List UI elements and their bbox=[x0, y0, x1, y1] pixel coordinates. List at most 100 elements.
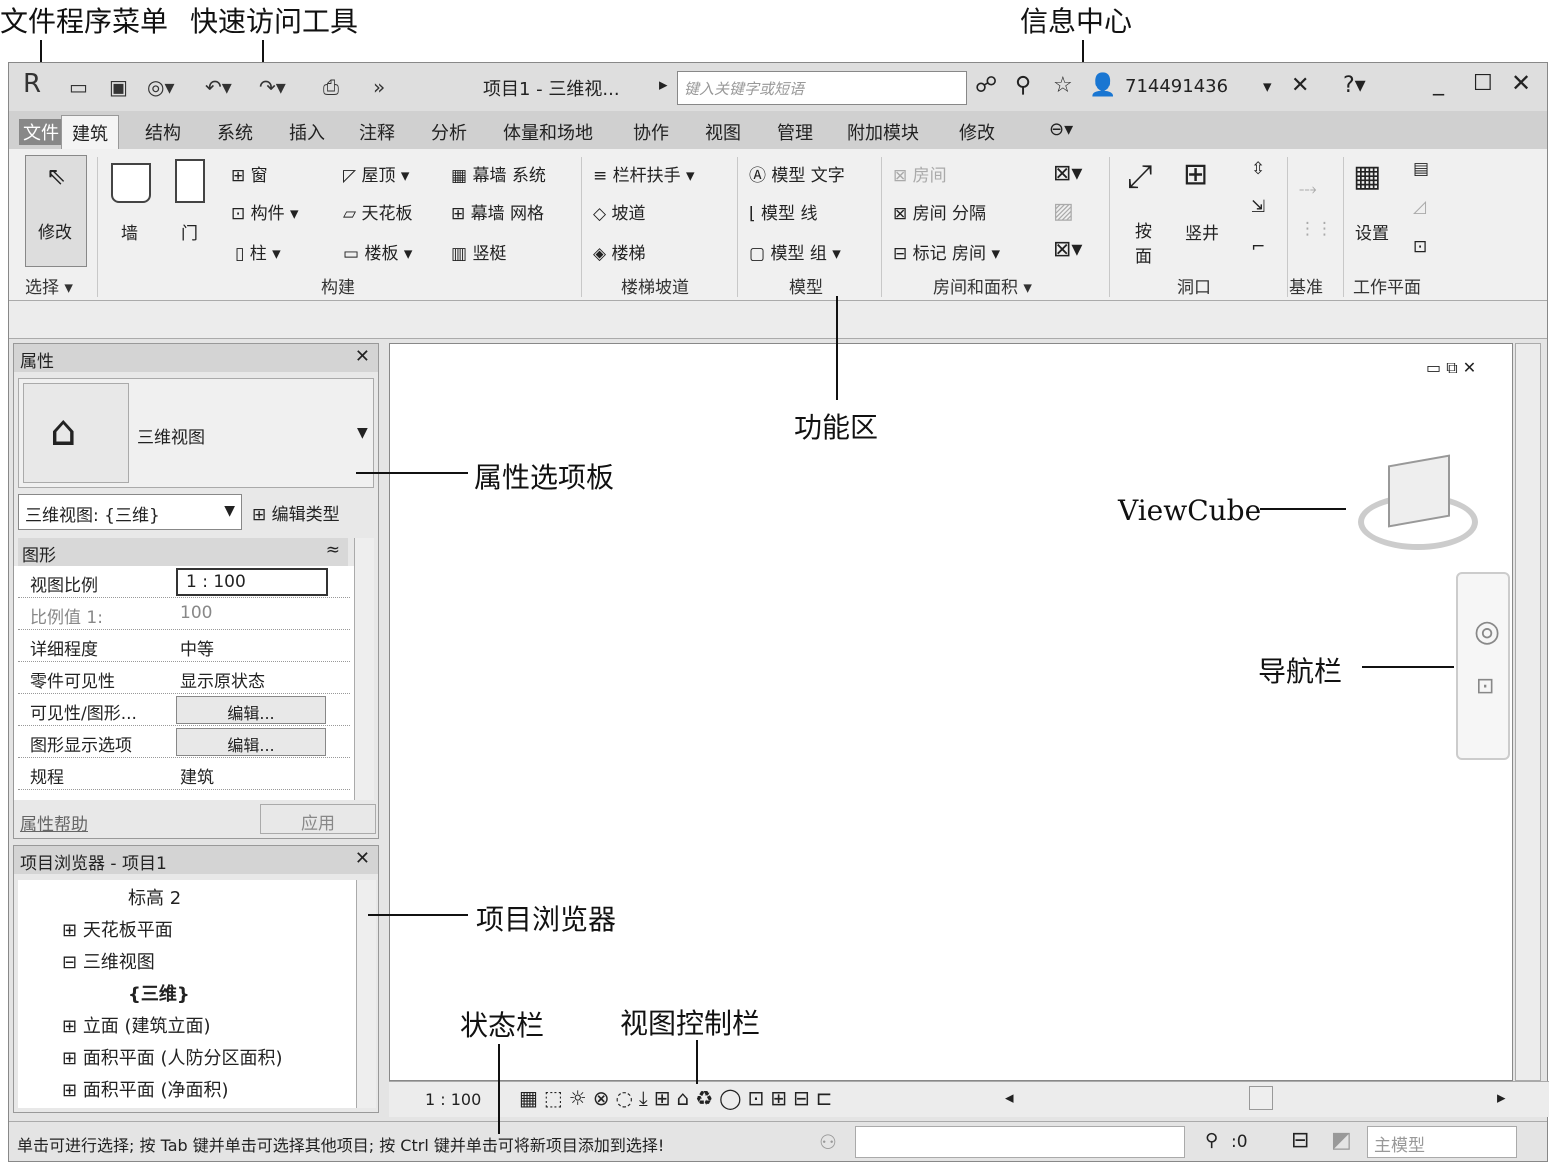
filter-icon[interactable]: ⚲ bbox=[1205, 1130, 1218, 1151]
ceiling-item[interactable]: ▱ 天花板 bbox=[343, 199, 412, 224]
user-icon[interactable]: 👤 bbox=[1089, 73, 1116, 98]
favorites-icon[interactable]: ☆ bbox=[1053, 73, 1073, 98]
select-group-label[interactable]: 选择 ▾ bbox=[25, 273, 73, 298]
set-label[interactable]: 设置 bbox=[1355, 219, 1389, 244]
search-input[interactable]: 键入关键字或短语 bbox=[677, 71, 967, 105]
hscroll-thumb[interactable] bbox=[1249, 1086, 1273, 1110]
section-graphics[interactable]: 图形 ≈ bbox=[18, 538, 348, 566]
scroll-right-icon[interactable]: ▸ bbox=[1497, 1088, 1506, 1108]
view-scale[interactable]: 1 : 100 bbox=[425, 1090, 481, 1109]
view-scale-field[interactable]: 1 : 100 bbox=[176, 568, 328, 596]
undo-icon[interactable]: ↶▾ bbox=[205, 75, 232, 99]
tab-analyze[interactable]: 分析 bbox=[431, 119, 467, 145]
ramp-item[interactable]: ◇ 坡道 bbox=[593, 199, 645, 224]
workset-dropdown[interactable] bbox=[855, 1126, 1185, 1158]
user-id[interactable]: 714491436 bbox=[1125, 76, 1228, 97]
edit-button[interactable]: 编辑... bbox=[176, 728, 326, 756]
save-icon[interactable]: ▣ bbox=[109, 75, 128, 99]
by-face-icon[interactable]: ⤢ bbox=[1127, 157, 1153, 196]
tab-insert[interactable]: 插入 bbox=[289, 119, 325, 145]
properties-scrollbar[interactable] bbox=[354, 538, 374, 800]
property-row[interactable]: 零件可见性 显示原状态 bbox=[18, 662, 350, 694]
minimize-button[interactable]: _ bbox=[1433, 71, 1444, 96]
property-row[interactable]: 视图比例 1 : 100 bbox=[18, 566, 350, 598]
subscription-icon[interactable]: ⚲ bbox=[1015, 73, 1031, 98]
type-preview[interactable]: ⌂ 三维视图 ▼ bbox=[18, 378, 374, 488]
tag-area-icon[interactable]: ⊠▾ bbox=[1053, 237, 1082, 262]
wall-opening-icon[interactable]: ⇳ bbox=[1251, 159, 1265, 179]
apply-button[interactable]: 应用 bbox=[260, 804, 376, 834]
tree-item[interactable]: ⊞ 面积平面 (净面积) bbox=[62, 1076, 229, 1102]
stair-item[interactable]: ◈ 楼梯 bbox=[593, 239, 645, 264]
tab-systems[interactable]: 系统 bbox=[217, 119, 253, 145]
close-icon[interactable]: ✕ bbox=[355, 848, 370, 869]
show-workplane-icon[interactable]: ▤ bbox=[1413, 159, 1429, 179]
app-logo-icon[interactable]: R bbox=[23, 69, 41, 99]
shaft-label[interactable]: 竖井 bbox=[1185, 219, 1219, 244]
tag-room-item[interactable]: ⊟ 标记 房间 ▾ bbox=[893, 239, 1000, 264]
tree-item[interactable]: ⊞ 天花板平面 bbox=[62, 916, 173, 942]
room-separator-item[interactable]: ⊠ 房间 分隔 bbox=[893, 199, 986, 224]
tab-file[interactable]: 文件 bbox=[19, 119, 63, 145]
sync-icon[interactable]: ◎▾ bbox=[147, 75, 175, 99]
level-icon[interactable]: ⤏ bbox=[1299, 179, 1317, 199]
properties-help-link[interactable]: 属性帮助 bbox=[20, 810, 88, 835]
door-icon[interactable] bbox=[175, 159, 205, 203]
wall-icon[interactable] bbox=[111, 163, 151, 203]
print-icon[interactable]: ⎙ bbox=[323, 75, 339, 99]
tree-item[interactable]: ⊟ 三维视图 bbox=[62, 948, 155, 974]
area-icon[interactable]: ⊠▾ bbox=[1053, 161, 1082, 186]
window-item[interactable]: ⊞ 窗 bbox=[231, 161, 268, 186]
area-boundary-icon[interactable]: ▨ bbox=[1053, 199, 1074, 224]
redo-icon[interactable]: ↷▾ bbox=[259, 75, 286, 99]
tree-item[interactable]: ⊞ 立面 (建筑立面) bbox=[62, 1012, 211, 1038]
open-icon[interactable]: ▭ bbox=[69, 75, 88, 99]
editable-only-icon[interactable]: ⊟ bbox=[1291, 1128, 1309, 1153]
drawing-area[interactable]: ▭ ⧉ ✕ ◎ ⊡ bbox=[389, 343, 1513, 1081]
viewcube-cube[interactable] bbox=[1388, 454, 1450, 528]
tab-addins[interactable]: 附加模块 bbox=[847, 119, 919, 145]
scroll-left-icon[interactable]: ◂ bbox=[1005, 1088, 1014, 1108]
vertical-opening-icon[interactable]: ⇲ bbox=[1251, 197, 1265, 217]
column-item[interactable]: ▯ 柱 ▾ bbox=[235, 239, 281, 264]
close-button[interactable]: ✕ bbox=[1511, 69, 1531, 97]
ref-plane-icon[interactable]: ◿ bbox=[1413, 197, 1426, 217]
component-item[interactable]: ⊡ 构件 ▾ bbox=[231, 199, 299, 224]
edit-type-button[interactable]: ⊞ 编辑类型 bbox=[252, 500, 340, 525]
view-control-icons[interactable]: ▦⬚☼⊗◌⤓⊞⌂♻◯⊡⊞⊟⊏ bbox=[519, 1086, 839, 1110]
exchange-icon[interactable]: ✕ bbox=[1291, 73, 1309, 98]
viewcube[interactable] bbox=[1358, 454, 1478, 564]
roof-item[interactable]: ◸ 屋顶 ▾ bbox=[343, 161, 409, 186]
modify-button[interactable]: ⇖ 修改 bbox=[25, 155, 87, 267]
railing-item[interactable]: ≡ 栏杆扶手 ▾ bbox=[593, 161, 695, 186]
floor-item[interactable]: ▭ 楼板 ▾ bbox=[343, 239, 412, 264]
ribbon-minimize-icon[interactable]: ⊖▾ bbox=[1049, 119, 1073, 140]
viewer-icon[interactable]: ⊡ bbox=[1413, 237, 1427, 257]
curtain-grid-item[interactable]: ⊞ 幕墙 网格 bbox=[451, 199, 544, 224]
mullion-item[interactable]: ▥ 竖梃 bbox=[451, 239, 506, 264]
canvas-scrollbar[interactable] bbox=[1515, 343, 1541, 1081]
tab-massing[interactable]: 体量和场地 bbox=[503, 119, 593, 145]
tab-modify[interactable]: 修改 bbox=[959, 119, 995, 145]
collapse-icon[interactable]: ≈ bbox=[326, 540, 340, 560]
zoom-icon[interactable]: ⊡ bbox=[1476, 674, 1494, 699]
maximize-button[interactable]: ☐ bbox=[1473, 71, 1493, 96]
tree-item[interactable]: ⊞ 面积平面 (人防分区面积) bbox=[62, 1044, 283, 1070]
door-label[interactable]: 门 bbox=[181, 219, 198, 244]
chevron-down-icon[interactable]: ▼ bbox=[357, 425, 368, 441]
user-dropdown-icon[interactable]: ▾ bbox=[1263, 77, 1272, 97]
tree-item-selected[interactable]: {三维} bbox=[128, 980, 190, 1006]
tab-manage[interactable]: 管理 bbox=[777, 119, 813, 145]
model-text-item[interactable]: Ⓐ 模型 文字 bbox=[749, 161, 845, 186]
tab-annotate[interactable]: 注释 bbox=[359, 119, 395, 145]
worksets-icon[interactable]: ⚇ bbox=[819, 1130, 837, 1154]
design-option-dropdown[interactable]: 主模型 bbox=[1367, 1126, 1517, 1158]
by-face-label[interactable]: 按面 bbox=[1135, 217, 1155, 267]
close-icon[interactable]: ✕ bbox=[355, 346, 370, 367]
set-workplane-icon[interactable]: ▦ bbox=[1353, 159, 1381, 194]
room-item[interactable]: ⊠ 房间 bbox=[893, 161, 947, 186]
edit-button[interactable]: 编辑... bbox=[176, 696, 326, 724]
tab-structure[interactable]: 结构 bbox=[145, 119, 181, 145]
property-row[interactable]: 规程 建筑 bbox=[18, 758, 350, 790]
tab-architecture[interactable]: 建筑 bbox=[61, 115, 119, 149]
